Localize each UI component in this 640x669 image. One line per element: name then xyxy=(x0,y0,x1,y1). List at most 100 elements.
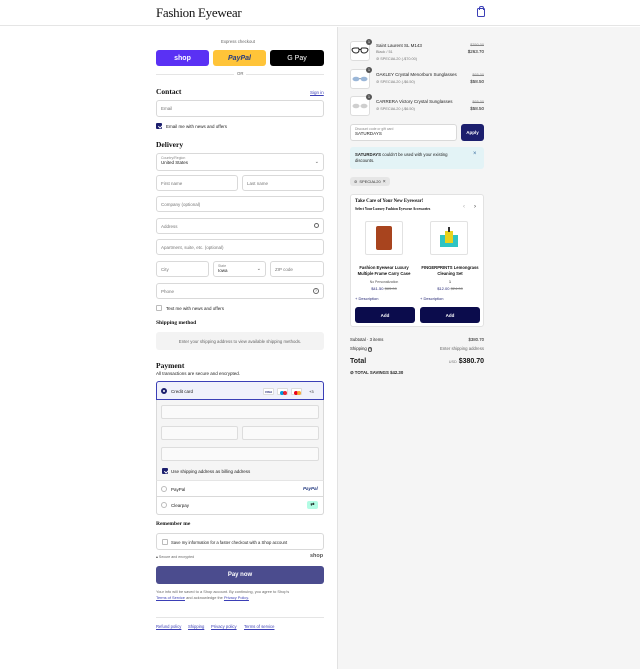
apartment-field[interactable]: Apartment, suite, etc. (optional) xyxy=(156,239,324,255)
clearpay-radio[interactable] xyxy=(161,502,167,508)
secure-encrypted: 🔒︎ Secure and encrypted xyxy=(156,555,194,559)
cart-item-thumbnail: 1 xyxy=(350,67,372,89)
remove-discount-icon[interactable]: × xyxy=(383,179,386,185)
help-icon[interactable]: ? xyxy=(313,288,319,294)
upsell-add-button[interactable]: Add xyxy=(420,307,480,323)
mastercard-icon xyxy=(291,388,302,395)
upsell-add-label: Add xyxy=(445,312,455,318)
cart-item-name: Saint Laurent SL M143 xyxy=(376,43,422,48)
city-field[interactable]: City xyxy=(156,261,209,277)
footer-terms-link[interactable]: Terms of service xyxy=(244,624,274,629)
sunglasses-icon xyxy=(352,76,368,82)
paypal-express-label: PayPal xyxy=(228,54,251,62)
paypal-label: PayPal xyxy=(171,487,186,492)
footer-privacy-link[interactable]: Privacy policy xyxy=(211,624,237,629)
shop-logo: shop xyxy=(310,553,324,559)
apply-button[interactable]: Apply xyxy=(461,124,484,141)
close-icon[interactable]: × xyxy=(473,151,477,157)
country-select[interactable]: Country/Region United States ⌄ xyxy=(156,153,324,171)
footer-refund-link[interactable]: Refund policy xyxy=(156,624,181,629)
billing-address-checkbox[interactable] xyxy=(162,468,168,474)
cart-item-price: $58.50 xyxy=(470,79,484,84)
paypal-logo: PayPal xyxy=(303,486,318,491)
upsell-title: Take Care of Your New Eyewear! xyxy=(355,199,424,204)
applied-discount-tag: ⊘ SPECIAL20 × xyxy=(350,177,390,186)
shopping-bag-icon[interactable] xyxy=(477,6,485,17)
credit-card-option[interactable]: Credit card VISA +3 xyxy=(156,381,324,400)
zip-placeholder: ZIP code xyxy=(275,266,293,272)
company-field[interactable]: Company (optional) xyxy=(156,196,324,212)
terms-link[interactable]: Terms of Service xyxy=(156,595,185,600)
cart-item-old-price: $65.00 xyxy=(472,100,484,104)
header: Fashion Eyewear xyxy=(0,0,640,26)
carousel-next-icon[interactable]: › xyxy=(474,204,476,210)
credit-card-label: Credit card xyxy=(171,389,194,394)
cart-item-thumbnail: 1 xyxy=(350,94,372,116)
sign-in-link[interactable]: Sign in xyxy=(310,90,324,95)
cart-item-discount-text: SPECIAL20 (-$6.50) xyxy=(380,107,415,111)
address-field[interactable]: Address xyxy=(156,218,324,234)
cart-item-thumbnail: 1 xyxy=(350,39,372,61)
total-amount: $380.70 xyxy=(458,358,484,365)
google-pay-button[interactable]: G Pay xyxy=(270,50,324,66)
card-expiry-field[interactable] xyxy=(161,426,238,440)
carousel-prev-icon[interactable]: ‹ xyxy=(463,204,465,210)
upsell-description-toggle[interactable]: + Description xyxy=(420,296,443,301)
address-placeholder: Address xyxy=(161,223,178,229)
brand-logo[interactable]: Fashion Eyewear xyxy=(156,5,242,21)
paypal-radio[interactable] xyxy=(161,486,167,492)
paypal-option[interactable]: PayPal PayPal xyxy=(156,480,324,497)
shipping-method-heading: Shipping method xyxy=(156,320,197,326)
upsell-product-price: $41.50 $83.00 xyxy=(353,286,415,291)
card-cvv-field[interactable] xyxy=(242,426,319,440)
state-select[interactable]: State Iowa ⌄ xyxy=(213,261,266,277)
discount-code-field[interactable]: Discount code or gift card SATURDAYS xyxy=(350,124,457,141)
legal-line1: Your info will be saved to a Shop accoun… xyxy=(156,589,290,594)
cart-item-discount-text: SPECIAL20 (-$6.50) xyxy=(380,80,415,84)
cart-item-price: $58.50 xyxy=(470,106,484,111)
upsell-product-image[interactable] xyxy=(365,221,403,255)
last-name-field[interactable]: Last name xyxy=(242,175,324,191)
discount-error-text: SATURDAYS couldn't be used with your exi… xyxy=(355,152,465,164)
contact-heading: Contact xyxy=(156,87,182,96)
card-number-field[interactable] xyxy=(161,405,319,419)
google-pay-label: G Pay xyxy=(287,54,307,62)
zip-field[interactable]: ZIP code xyxy=(270,261,324,277)
total-savings-label: TOTAL SAVINGS xyxy=(354,370,389,375)
shipping-value: Enter shipping address xyxy=(440,346,484,351)
upsell-description-label: Description xyxy=(423,296,444,301)
footer-shipping-link[interactable]: Shipping xyxy=(188,624,204,629)
email-news-checkbox[interactable] xyxy=(156,123,162,129)
save-info-checkbox[interactable] xyxy=(162,539,168,545)
text-news-checkbox[interactable] xyxy=(156,305,162,311)
help-icon[interactable]: ? xyxy=(367,347,373,352)
secure-label: Secure and encrypted xyxy=(158,555,195,559)
upsell-price: $41.50 xyxy=(371,286,384,291)
paypal-express-button[interactable]: PayPal xyxy=(213,50,266,66)
privacy-link[interactable]: Privacy Policy. xyxy=(224,595,249,600)
shop-pay-button[interactable]: shop xyxy=(156,50,209,66)
delivery-heading: Delivery xyxy=(156,140,184,149)
payment-heading: Payment xyxy=(156,361,185,370)
phone-field[interactable]: Phone ? xyxy=(156,283,324,299)
first-name-placeholder: First name xyxy=(161,180,183,186)
pay-now-label: Pay now xyxy=(227,572,253,578)
email-placeholder: Email xyxy=(161,106,173,111)
upsell-product-image[interactable] xyxy=(430,221,468,255)
email-field[interactable]: Email xyxy=(156,100,324,117)
pay-now-button[interactable]: Pay now xyxy=(156,566,324,584)
footer-divider xyxy=(156,617,324,618)
upsell-old-price: $24.00 xyxy=(450,286,463,291)
phone-placeholder: Phone xyxy=(161,288,175,294)
save-info-option[interactable]: Save my information for a faster checkou… xyxy=(156,533,324,550)
upsell-product-name: Fashion Eyewear Luxury Multiple Frame Ca… xyxy=(357,265,411,276)
card-name-field[interactable] xyxy=(161,447,319,461)
first-name-field[interactable]: First name xyxy=(156,175,238,191)
last-name-placeholder: Last name xyxy=(247,180,269,186)
glasses-icon xyxy=(351,47,369,54)
clearpay-option[interactable]: Clearpay ⇄ xyxy=(156,497,324,515)
total-savings-value: $42.30 xyxy=(390,370,404,375)
upsell-add-button[interactable]: Add xyxy=(355,307,415,323)
credit-card-radio[interactable] xyxy=(161,388,167,394)
upsell-description-toggle[interactable]: + Description xyxy=(355,296,378,301)
